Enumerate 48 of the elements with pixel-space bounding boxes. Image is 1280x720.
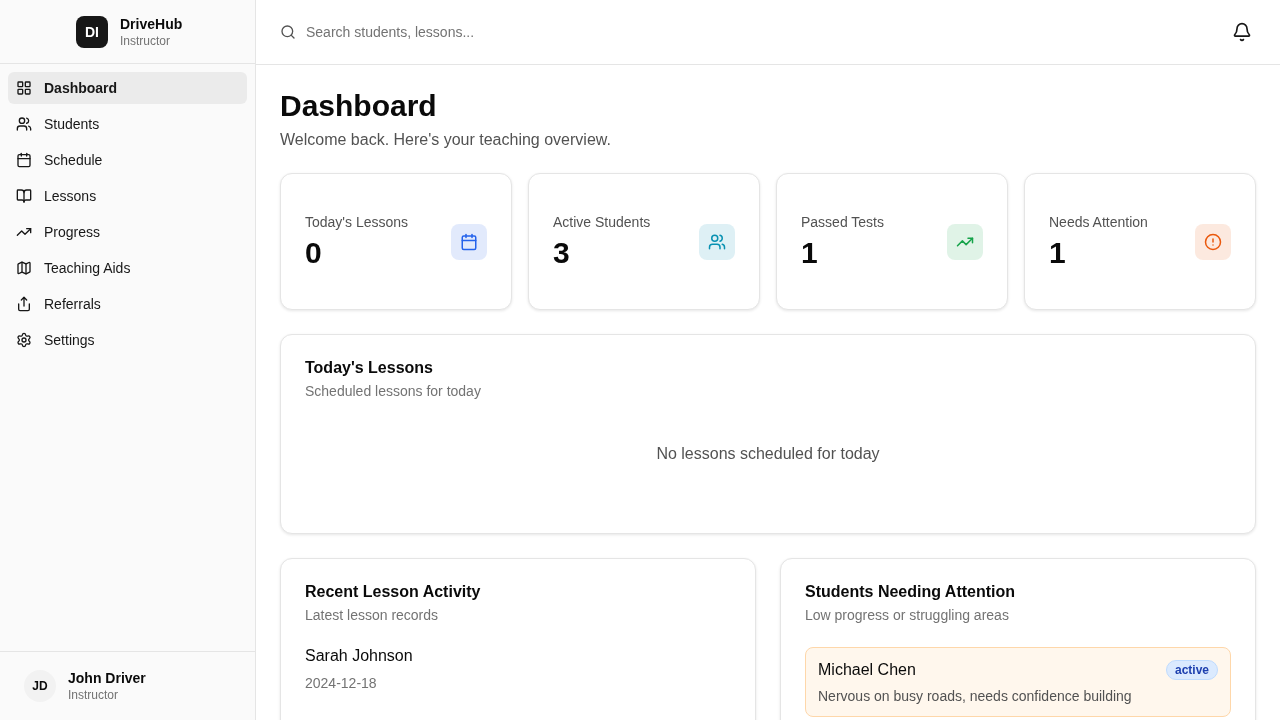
student-note: Nervous on busy roads, needs confidence building (818, 688, 1133, 704)
empty-message: No lessons scheduled for today (655, 444, 881, 464)
stat-value: 0 (305, 235, 323, 270)
stat-label: Active Students (553, 213, 651, 230)
student-name: Sarah Johnson (305, 647, 414, 665)
nav-item[interactable]: Settings (8, 324, 247, 356)
nav-item[interactable]: Teaching Aids (8, 252, 247, 284)
nav-item[interactable]: Lessons (8, 180, 247, 212)
user-name: John Driver (68, 670, 146, 686)
brand-logo: DI (76, 15, 108, 48)
users-icon (708, 232, 726, 251)
stat-label: Today's Lessons (305, 213, 409, 230)
brand-name: DriveHub (120, 15, 183, 32)
calendar-icon (16, 152, 32, 168)
upload-icon (16, 296, 32, 312)
user-avatar: JD (24, 670, 56, 702)
calendar-icon (460, 232, 478, 251)
brand-role: Instructor (120, 33, 171, 48)
card-subtitle: Low progress or struggling areas (805, 607, 1010, 623)
page-title: Dashboard (280, 89, 438, 123)
users-icon (16, 116, 32, 132)
lesson-date: 2024-12-18 (305, 675, 378, 691)
grid-icon (16, 80, 32, 96)
card-subtitle: Latest lesson records (305, 607, 440, 623)
card-title: Students Needing Attention (805, 583, 1017, 601)
nav-item[interactable]: Referrals (8, 288, 247, 320)
card-title: Today's Lessons (305, 359, 434, 377)
settings-icon (16, 332, 32, 348)
student-name: Michael Chen (818, 661, 916, 679)
stat-value: 3 (553, 235, 571, 270)
map-icon (16, 260, 32, 276)
stat-value: 1 (1049, 235, 1067, 270)
user-role: Instructor (68, 688, 119, 702)
card-title: Recent Lesson Activity (305, 583, 482, 601)
stat-label: Needs Attention (1049, 213, 1148, 230)
nav-item[interactable]: Students (8, 108, 247, 140)
alert-icon (1204, 232, 1222, 251)
book-icon (16, 188, 32, 204)
search-icon (280, 24, 296, 40)
search-field[interactable]: Search students, lessons... (304, 23, 680, 41)
stat-value: 1 (801, 235, 819, 270)
status-badge: active (1165, 660, 1218, 680)
nav-item[interactable]: Progress (8, 216, 247, 248)
nav-item[interactable]: Dashboard (8, 72, 247, 104)
page-subtitle: Welcome back. Here's your teaching overview. (280, 131, 612, 149)
card-subtitle: Scheduled lessons for today (305, 383, 482, 399)
stat-label: Passed Tests (801, 213, 884, 230)
nav-item[interactable]: Schedule (8, 144, 247, 176)
